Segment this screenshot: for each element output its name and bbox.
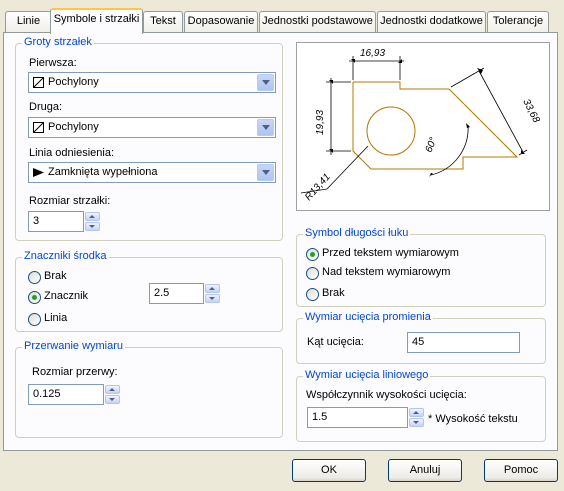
arc-symbol-above-label: Nad tekstem wymiarowym [322, 266, 451, 278]
arc-symbol-above-radio[interactable] [306, 267, 319, 280]
tab-symbols-arrows[interactable]: Symbole i strzałki [50, 8, 143, 34]
center-mark-none-radio[interactable] [28, 271, 41, 284]
center-mark-size-stepper[interactable] [205, 284, 220, 303]
second-arrow-select[interactable]: Pochylony [28, 117, 276, 138]
arc-length-legend: Symbol długości łuku [303, 227, 411, 239]
tab-fit[interactable]: Dopasowanie [184, 11, 258, 32]
center-mark-none-label: Brak [44, 270, 67, 282]
tab-alternate-units[interactable]: Jednostki dodatkowe [377, 11, 486, 32]
arc-symbol-before-radio[interactable] [306, 248, 319, 261]
dimension-break-legend: Przerwanie wymiaru [22, 340, 126, 352]
radius-jog-legend: Wymiar ucięcia promienia [303, 311, 433, 323]
jog-factor-suffix: * Wysokość tekstu [428, 413, 518, 425]
spin-down-icon[interactable] [205, 294, 220, 303]
ok-button[interactable]: OK [292, 459, 366, 482]
preview-ticks [329, 59, 525, 177]
first-arrow-label: Pierwsza: [29, 57, 77, 69]
jog-factor-label: Współczynnik wysokości ucięcia: [306, 389, 467, 401]
arrowheads-legend: Groty strzałek [22, 36, 94, 48]
jog-factor-stepper[interactable] [409, 408, 424, 427]
arrow-size-input[interactable]: 3 [28, 211, 84, 232]
preview-drawing: 16,93 19,93 33,68 60° R13,41 [300, 48, 542, 203]
break-size-input[interactable]: 0.125 [28, 384, 104, 405]
break-size-stepper[interactable] [105, 385, 120, 404]
preview-dim-top: 16,93 [360, 48, 385, 59]
jog-angle-label: Kąt ucięcia: [307, 336, 364, 348]
first-arrow-value: Pochylony [48, 76, 99, 88]
preview-dim-left: 19,93 [315, 110, 326, 135]
oblique-arrow-icon [33, 77, 44, 88]
linear-jog-legend: Wymiar ucięcia liniowego [303, 369, 431, 381]
arc-symbol-none-label: Brak [322, 287, 345, 299]
oblique-arrow-icon [33, 122, 44, 133]
leader-arrow-label: Linia odniesienia: [29, 147, 115, 159]
center-mark-size-input[interactable]: 2.5 [149, 283, 204, 304]
spin-down-icon[interactable] [409, 418, 424, 427]
tab-primary-units[interactable]: Jednostki podstawowe [259, 11, 376, 32]
spin-up-icon[interactable] [409, 408, 424, 417]
center-mark-mark-radio[interactable] [28, 291, 41, 304]
spin-down-icon[interactable] [85, 222, 100, 231]
tab-lines[interactable]: Linie [5, 11, 52, 32]
tab-tolerances[interactable]: Tolerancje [487, 11, 549, 32]
preview-dim-angle: 60° [424, 136, 440, 154]
first-arrow-select[interactable]: Pochylony [28, 72, 276, 93]
second-arrow-value: Pochylony [48, 121, 99, 133]
arrow-size-stepper[interactable] [85, 212, 100, 231]
leader-arrow-select[interactable]: Zamknięta wypełniona [28, 162, 276, 183]
spin-up-icon[interactable] [105, 385, 120, 394]
spin-up-icon[interactable] [205, 284, 220, 293]
arc-symbol-none-radio[interactable] [306, 288, 319, 301]
leader-arrow-value: Zamknięta wypełniona [48, 166, 158, 178]
chevron-down-icon[interactable] [257, 164, 274, 181]
help-button[interactable]: Pomoc [484, 459, 558, 482]
preview-dim-right: 33,68 [520, 97, 541, 125]
center-mark-mark-label: Znacznik [44, 290, 89, 302]
arrow-size-label: Rozmiar strzałki: [29, 195, 111, 207]
closed-filled-arrow-icon [33, 168, 44, 177]
tab-text[interactable]: Tekst [143, 11, 183, 32]
spin-down-icon[interactable] [105, 395, 120, 404]
center-mark-line-radio[interactable] [28, 313, 41, 326]
dimension-preview: 16,93 19,93 33,68 60° R13,41 [296, 42, 550, 211]
chevron-down-icon[interactable] [257, 119, 274, 136]
second-arrow-label: Druga: [29, 101, 63, 113]
center-mark-line-label: Linia [44, 312, 68, 324]
center-marks-legend: Znaczniki środka [22, 250, 109, 262]
jog-angle-input[interactable]: 45 [407, 332, 520, 353]
chevron-down-icon[interactable] [257, 74, 274, 91]
break-size-label: Rozmiar przerwy: [32, 366, 118, 378]
spin-up-icon[interactable] [85, 212, 100, 221]
jog-factor-input[interactable]: 1.5 [307, 407, 408, 428]
arc-symbol-before-label: Przed tekstem wymiarowym [322, 247, 459, 259]
cancel-button[interactable]: Anuluj [388, 459, 462, 482]
